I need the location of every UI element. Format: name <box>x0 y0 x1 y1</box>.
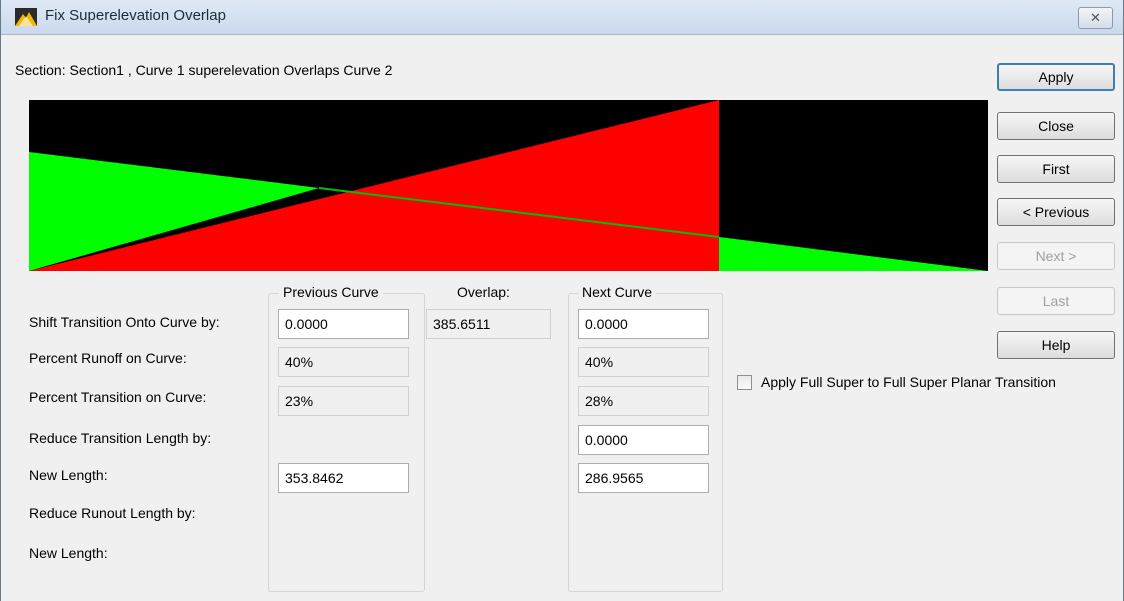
help-button[interactable]: Help <box>997 331 1115 359</box>
superelevation-overlap-diagram <box>29 100 988 271</box>
new-length-label-1: New Length: <box>29 467 108 483</box>
shift-transition-label: Shift Transition Onto Curve by: <box>29 314 220 330</box>
apply-full-super-checkbox[interactable] <box>737 375 752 390</box>
previous-button[interactable]: < Previous <box>997 198 1115 226</box>
reduce-runout-label: Reduce Runout Length by: <box>29 505 196 521</box>
percent-runoff-label: Percent Runoff on Curve: <box>29 350 187 366</box>
window-title: Fix Superelevation Overlap <box>45 7 226 24</box>
section-description: Section: Section1 , Curve 1 superelevati… <box>15 62 393 78</box>
next-curve-title: Next Curve <box>578 284 657 300</box>
previous-shift-input[interactable]: 0.0000 <box>278 309 409 339</box>
superelevation-app-icon <box>15 8 37 26</box>
apply-full-super-label[interactable]: Apply Full Super to Full Super Planar Tr… <box>761 374 1056 390</box>
overlap-title: Overlap: <box>453 284 514 300</box>
previous-new-length-input[interactable]: 353.8462 <box>278 463 409 493</box>
close-button[interactable]: Close <box>997 112 1115 140</box>
apply-button[interactable]: Apply <box>997 63 1115 91</box>
close-icon: ✕ <box>1090 10 1101 25</box>
reduce-transition-label: Reduce Transition Length by: <box>29 430 212 446</box>
previous-runoff-field: 40% <box>278 347 409 377</box>
next-shift-input[interactable]: 0.0000 <box>578 309 709 339</box>
last-button[interactable]: Last <box>997 287 1115 315</box>
new-length-label-2: New Length: <box>29 545 108 561</box>
next-reduce-transition-input[interactable]: 0.0000 <box>578 425 709 455</box>
overlap-value-field: 385.6511 <box>426 309 551 339</box>
dialog-window: Fix Superelevation Overlap ✕ Section: Se… <box>0 0 1124 601</box>
previous-curve-title: Previous Curve <box>279 284 383 300</box>
window-close-button[interactable]: ✕ <box>1078 7 1113 29</box>
next-runoff-field: 40% <box>578 347 709 377</box>
previous-transition-field: 23% <box>278 386 409 416</box>
next-transition-field: 28% <box>578 386 709 416</box>
percent-transition-label: Percent Transition on Curve: <box>29 389 207 405</box>
next-button[interactable]: Next > <box>997 242 1115 270</box>
title-bar: Fix Superelevation Overlap ✕ <box>1 0 1123 35</box>
first-button[interactable]: First <box>997 155 1115 183</box>
next-new-length-input[interactable]: 286.9565 <box>578 463 709 493</box>
